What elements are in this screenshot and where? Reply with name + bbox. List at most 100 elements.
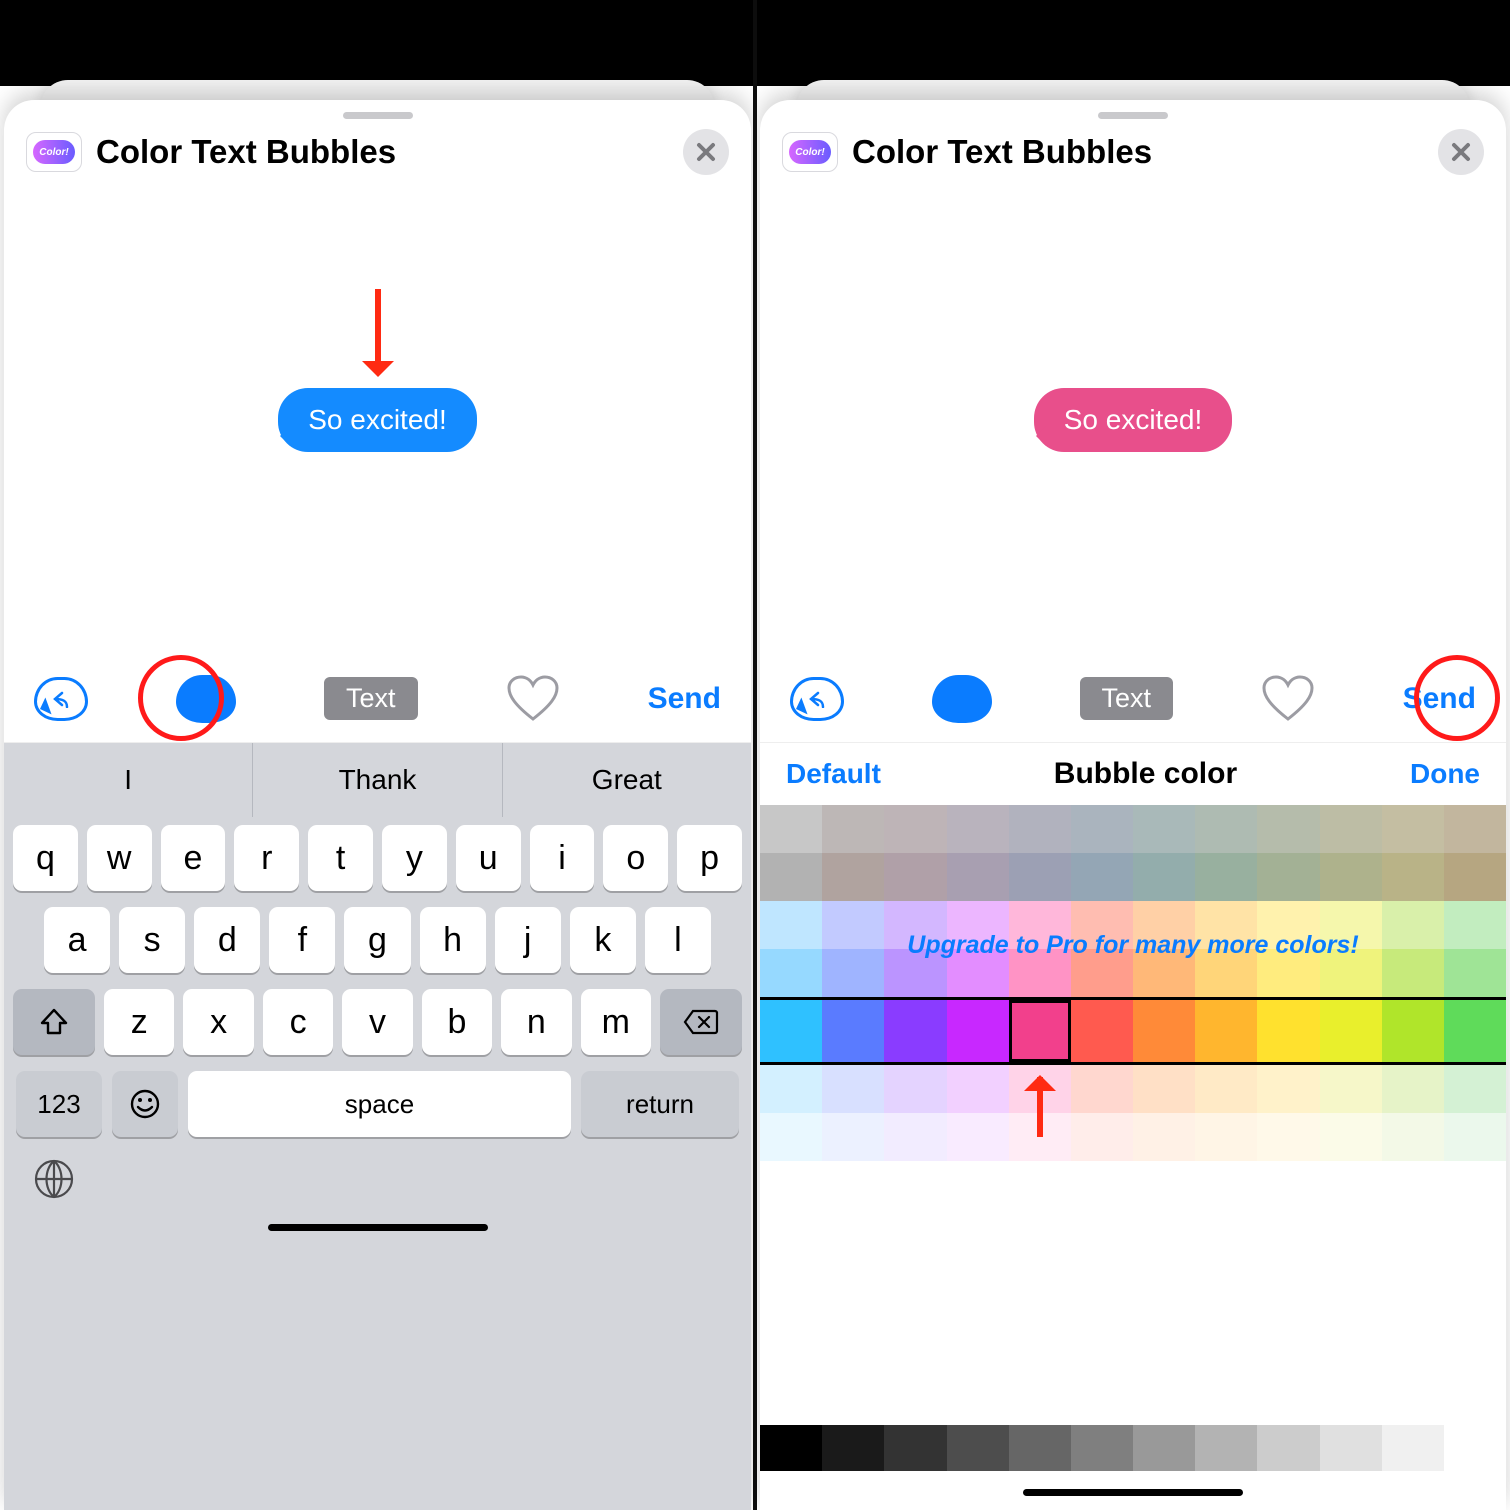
color-swatch[interactable] bbox=[1195, 853, 1257, 901]
emoji-key[interactable] bbox=[112, 1071, 178, 1137]
key-d[interactable]: d bbox=[194, 907, 260, 973]
color-swatch[interactable] bbox=[1071, 1065, 1133, 1113]
color-swatch[interactable] bbox=[1195, 1065, 1257, 1113]
color-swatch[interactable] bbox=[1195, 1000, 1257, 1062]
gray-swatch[interactable] bbox=[1133, 1425, 1195, 1471]
color-swatch[interactable] bbox=[1133, 1113, 1195, 1161]
key-v[interactable]: v bbox=[342, 989, 412, 1055]
color-swatch[interactable] bbox=[947, 805, 1009, 853]
key-w[interactable]: w bbox=[87, 825, 152, 891]
send-button[interactable]: Send bbox=[1403, 682, 1476, 716]
key-c[interactable]: c bbox=[263, 989, 333, 1055]
key-n[interactable]: n bbox=[501, 989, 571, 1055]
color-swatch[interactable] bbox=[1195, 805, 1257, 853]
color-swatch[interactable] bbox=[884, 805, 946, 853]
message-bubble[interactable]: So excited! bbox=[1034, 388, 1233, 452]
gray-swatch[interactable] bbox=[884, 1425, 946, 1471]
key-f[interactable]: f bbox=[269, 907, 335, 973]
key-q[interactable]: q bbox=[13, 825, 78, 891]
color-swatch[interactable] bbox=[1382, 853, 1444, 901]
color-swatch[interactable] bbox=[1382, 1113, 1444, 1161]
close-button[interactable] bbox=[1438, 129, 1484, 175]
text-style-button[interactable]: Text bbox=[1080, 677, 1174, 720]
suggestion-3[interactable]: Great bbox=[503, 743, 751, 817]
color-swatch[interactable] bbox=[1071, 805, 1133, 853]
color-swatch[interactable] bbox=[1133, 805, 1195, 853]
reply-bubble-button[interactable] bbox=[34, 677, 88, 721]
color-swatch[interactable] bbox=[884, 1113, 946, 1161]
key-j[interactable]: j bbox=[495, 907, 561, 973]
color-swatch[interactable] bbox=[1071, 1000, 1133, 1062]
key-x[interactable]: x bbox=[183, 989, 253, 1055]
bubble-color-button[interactable] bbox=[176, 675, 236, 723]
key-b[interactable]: b bbox=[422, 989, 492, 1055]
key-s[interactable]: s bbox=[119, 907, 185, 973]
send-button[interactable]: Send bbox=[648, 682, 721, 716]
color-swatch[interactable] bbox=[1444, 853, 1506, 901]
close-button[interactable] bbox=[683, 129, 729, 175]
color-swatch[interactable] bbox=[1320, 853, 1382, 901]
favorite-button[interactable] bbox=[506, 675, 560, 723]
color-swatch[interactable] bbox=[1382, 805, 1444, 853]
key-y[interactable]: y bbox=[382, 825, 447, 891]
return-key[interactable]: return bbox=[581, 1071, 739, 1137]
color-swatch[interactable] bbox=[760, 805, 822, 853]
key-r[interactable]: r bbox=[234, 825, 299, 891]
key-e[interactable]: e bbox=[161, 825, 226, 891]
key-g[interactable]: g bbox=[344, 907, 410, 973]
color-swatch[interactable] bbox=[1009, 805, 1071, 853]
home-indicator[interactable] bbox=[268, 1224, 488, 1231]
gray-swatch[interactable] bbox=[947, 1425, 1009, 1471]
default-button[interactable]: Default bbox=[786, 758, 881, 790]
globe-key[interactable] bbox=[32, 1157, 76, 1206]
color-swatch[interactable] bbox=[1320, 805, 1382, 853]
color-swatch[interactable] bbox=[1133, 1000, 1195, 1062]
color-swatch[interactable] bbox=[1444, 1065, 1506, 1113]
gray-swatch[interactable] bbox=[1320, 1425, 1382, 1471]
key-u[interactable]: u bbox=[456, 825, 521, 891]
numbers-key[interactable]: 123 bbox=[16, 1071, 102, 1137]
color-swatch[interactable] bbox=[884, 853, 946, 901]
color-swatch[interactable] bbox=[1257, 1113, 1319, 1161]
color-swatch[interactable] bbox=[1071, 1113, 1133, 1161]
color-swatch[interactable] bbox=[822, 1113, 884, 1161]
color-swatch[interactable] bbox=[1133, 1065, 1195, 1113]
gray-swatch[interactable] bbox=[1444, 1425, 1506, 1471]
key-i[interactable]: i bbox=[530, 825, 595, 891]
color-swatch[interactable] bbox=[1320, 1000, 1382, 1062]
color-swatch[interactable] bbox=[1257, 805, 1319, 853]
color-swatch[interactable] bbox=[947, 1065, 1009, 1113]
backspace-key[interactable] bbox=[660, 989, 742, 1055]
gray-swatch[interactable] bbox=[1195, 1425, 1257, 1471]
color-swatch[interactable] bbox=[1444, 1113, 1506, 1161]
color-swatch[interactable] bbox=[822, 1065, 884, 1113]
color-swatch[interactable] bbox=[1071, 853, 1133, 901]
color-swatch[interactable] bbox=[1257, 853, 1319, 901]
key-o[interactable]: o bbox=[603, 825, 668, 891]
color-swatch[interactable] bbox=[760, 853, 822, 901]
bubble-color-button[interactable] bbox=[932, 675, 992, 723]
key-z[interactable]: z bbox=[104, 989, 174, 1055]
key-h[interactable]: h bbox=[420, 907, 486, 973]
color-swatch[interactable] bbox=[1195, 1113, 1257, 1161]
home-indicator[interactable] bbox=[1023, 1489, 1243, 1496]
color-swatch[interactable] bbox=[822, 853, 884, 901]
color-swatch[interactable] bbox=[1133, 853, 1195, 901]
color-swatch[interactable] bbox=[760, 1065, 822, 1113]
color-swatch[interactable] bbox=[1257, 1065, 1319, 1113]
gray-swatch[interactable] bbox=[1257, 1425, 1319, 1471]
space-key[interactable]: space bbox=[188, 1071, 571, 1137]
key-a[interactable]: a bbox=[44, 907, 110, 973]
drag-handle[interactable] bbox=[343, 112, 413, 119]
color-swatch[interactable] bbox=[1382, 1065, 1444, 1113]
favorite-button[interactable] bbox=[1261, 675, 1315, 723]
color-swatch[interactable] bbox=[1320, 1113, 1382, 1161]
color-swatch[interactable] bbox=[947, 853, 1009, 901]
suggestion-1[interactable]: I bbox=[4, 743, 253, 817]
color-swatch[interactable] bbox=[1320, 1065, 1382, 1113]
color-swatch[interactable] bbox=[1257, 1000, 1319, 1062]
color-swatch[interactable] bbox=[1444, 805, 1506, 853]
key-l[interactable]: l bbox=[645, 907, 711, 973]
color-swatch[interactable] bbox=[1444, 1000, 1506, 1062]
gray-swatch[interactable] bbox=[1009, 1425, 1071, 1471]
